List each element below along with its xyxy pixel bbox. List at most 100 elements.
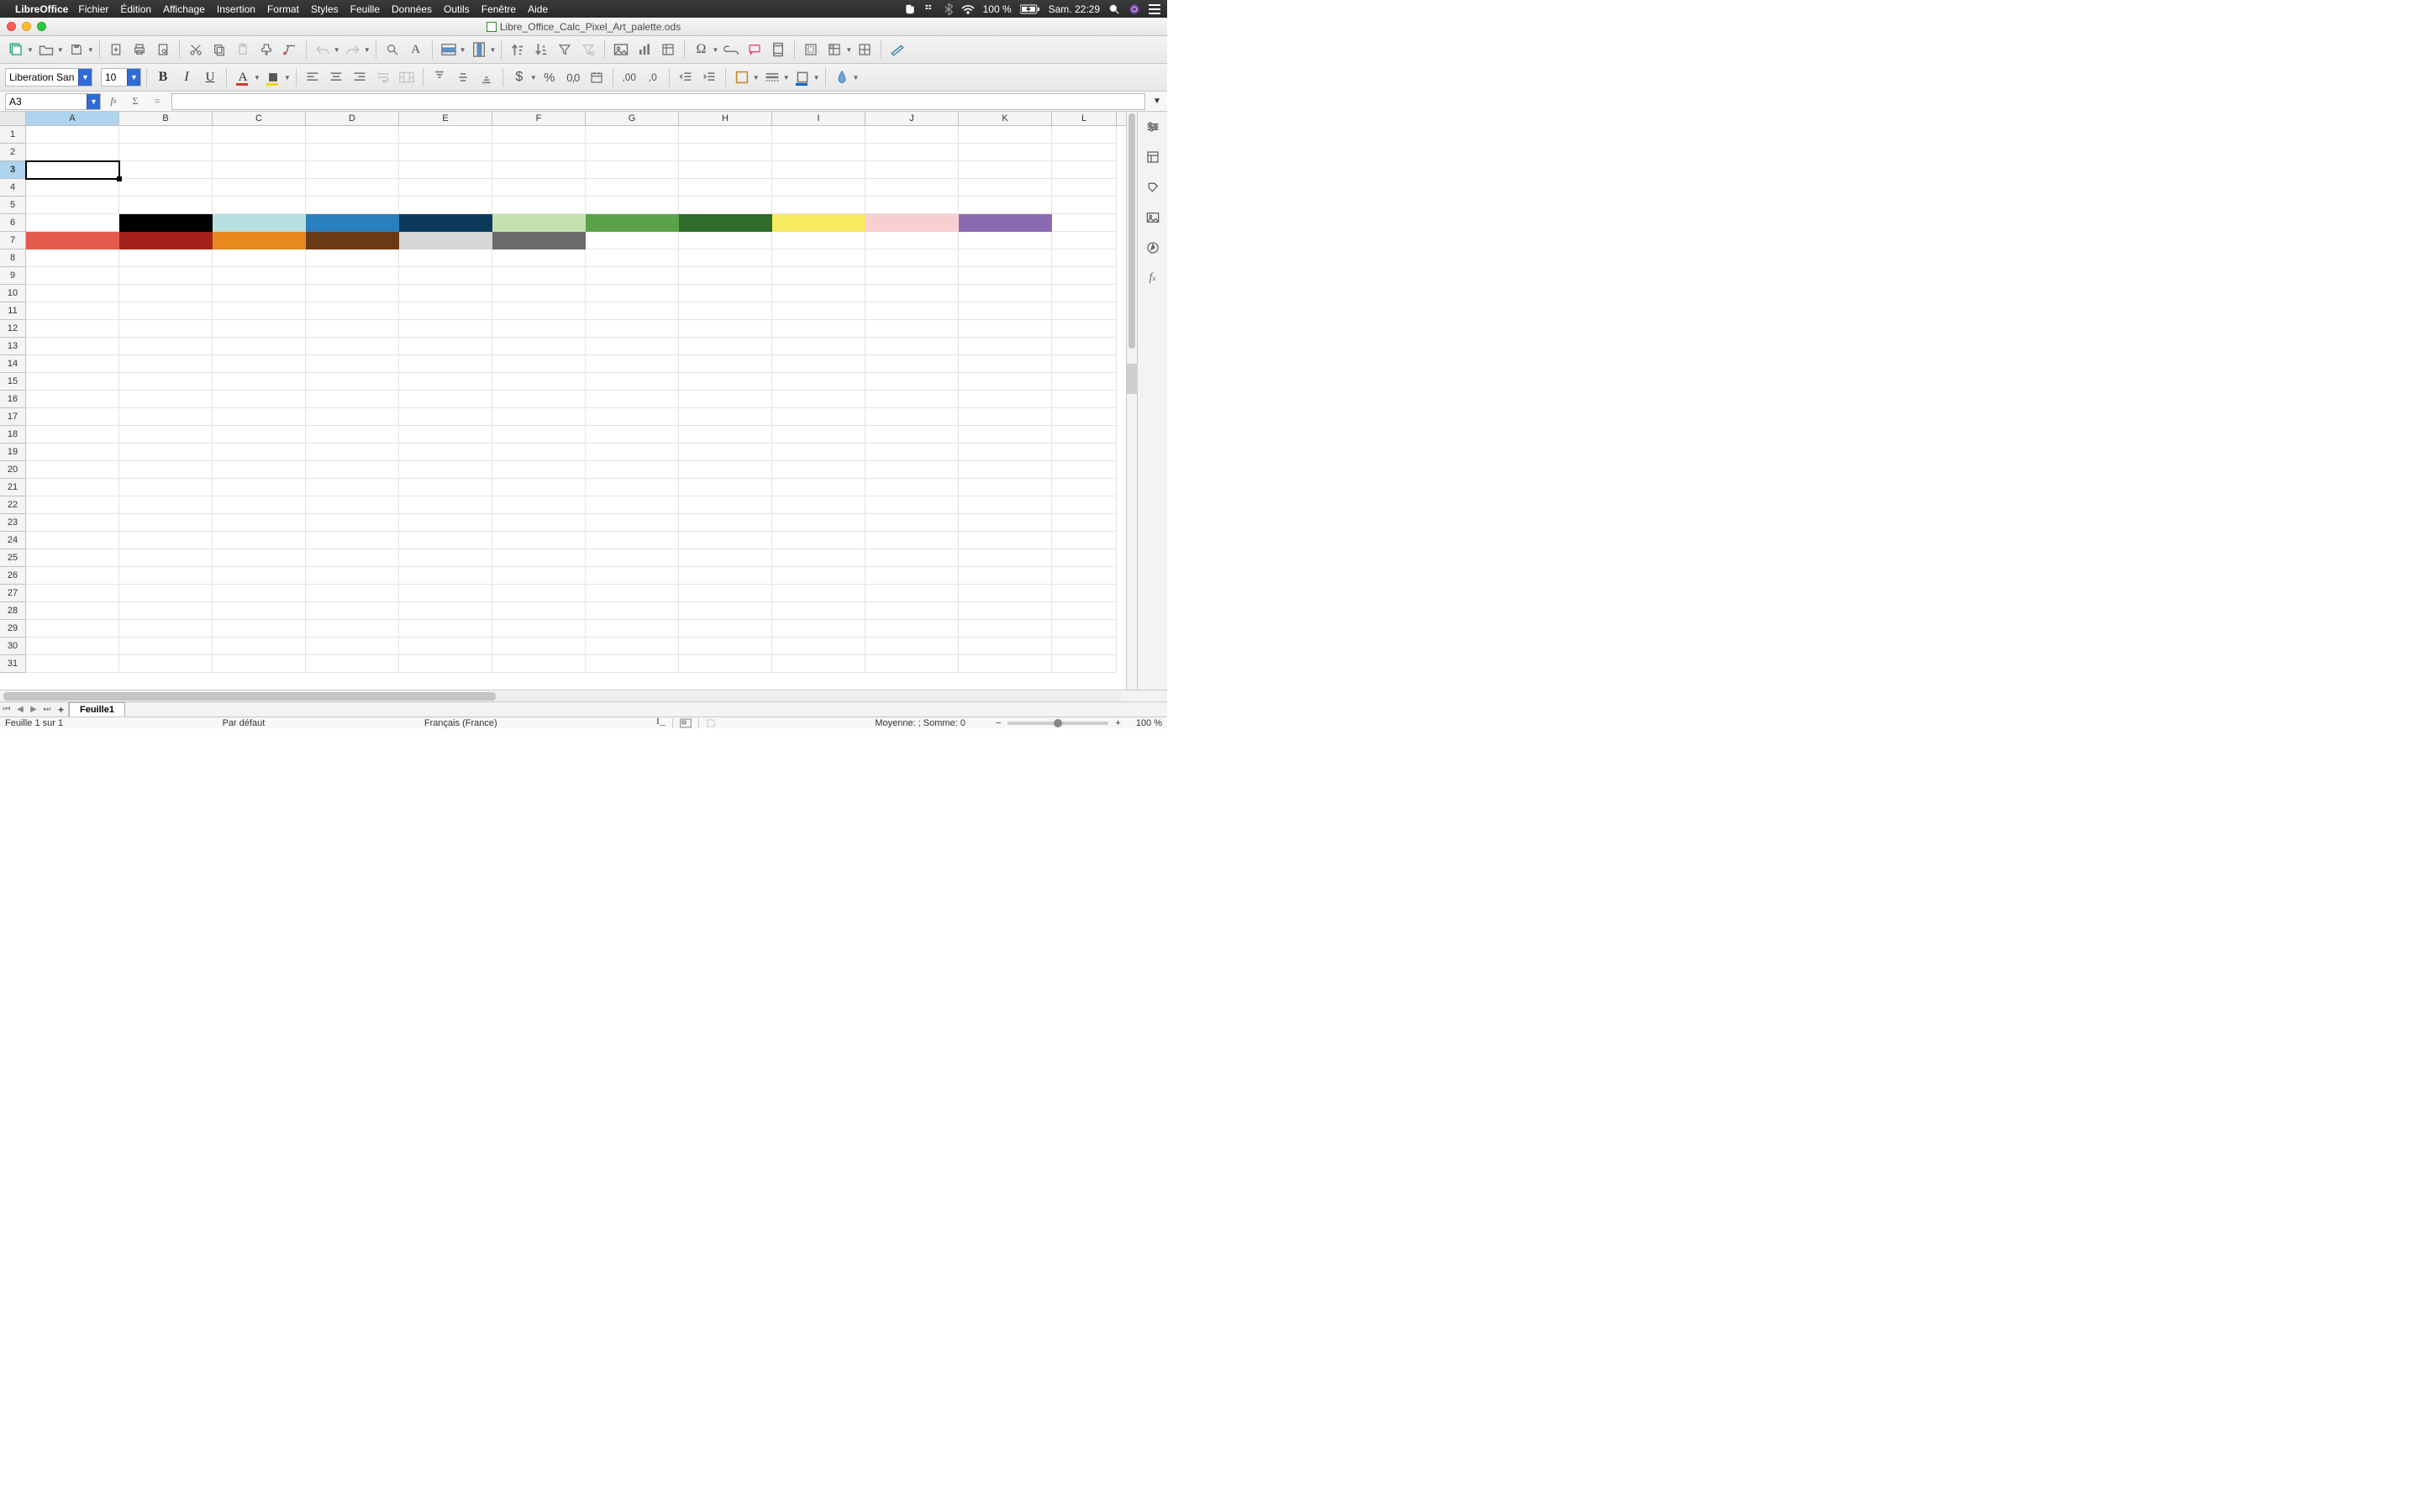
cell[interactable] bbox=[213, 638, 306, 655]
cell[interactable] bbox=[679, 479, 772, 496]
find-replace-button[interactable] bbox=[381, 39, 403, 60]
cell[interactable] bbox=[306, 302, 399, 320]
freeze-panes-button[interactable] bbox=[823, 39, 845, 60]
cell[interactable] bbox=[679, 426, 772, 444]
cell[interactable] bbox=[306, 532, 399, 549]
cell[interactable] bbox=[586, 549, 679, 567]
cell[interactable] bbox=[119, 602, 213, 620]
cell[interactable] bbox=[492, 179, 586, 197]
cell[interactable] bbox=[492, 549, 586, 567]
dropdown-arrow-icon[interactable]: ▼ bbox=[490, 46, 497, 54]
cell[interactable] bbox=[306, 655, 399, 673]
column-header[interactable]: K bbox=[959, 112, 1052, 125]
cell[interactable] bbox=[679, 338, 772, 355]
cell[interactable] bbox=[679, 355, 772, 373]
cell[interactable] bbox=[679, 585, 772, 602]
sidebar-navigator-icon[interactable] bbox=[1143, 238, 1163, 258]
cell[interactable] bbox=[959, 144, 1052, 161]
menu-aide[interactable]: Aide bbox=[528, 3, 548, 15]
cell[interactable] bbox=[865, 408, 959, 426]
selection-mode-icon[interactable] bbox=[680, 718, 692, 728]
cell[interactable] bbox=[772, 267, 865, 285]
row-header[interactable]: 19 bbox=[0, 444, 26, 461]
row-header[interactable]: 7 bbox=[0, 232, 26, 249]
cell[interactable] bbox=[586, 320, 679, 338]
cell[interactable] bbox=[119, 444, 213, 461]
name-box[interactable]: ▼ bbox=[5, 93, 101, 110]
font-size-input[interactable] bbox=[102, 69, 127, 86]
horizontal-scrollbar[interactable] bbox=[0, 690, 1167, 701]
cell[interactable] bbox=[213, 461, 306, 479]
print-preview-button[interactable] bbox=[152, 39, 174, 60]
first-sheet-button[interactable]: ⏮ bbox=[0, 702, 13, 717]
cell[interactable] bbox=[26, 444, 119, 461]
zoom-level-label[interactable]: 100 % bbox=[1136, 718, 1162, 728]
summary-label[interactable]: Moyenne: ; Somme: 0 bbox=[875, 718, 965, 728]
cell[interactable] bbox=[213, 267, 306, 285]
cell[interactable] bbox=[399, 179, 492, 197]
redo-button[interactable] bbox=[342, 39, 364, 60]
cell[interactable] bbox=[959, 479, 1052, 496]
cell[interactable] bbox=[679, 197, 772, 214]
cell[interactable] bbox=[772, 285, 865, 302]
cell[interactable] bbox=[26, 126, 119, 144]
cell[interactable] bbox=[306, 338, 399, 355]
cell[interactable] bbox=[959, 373, 1052, 391]
menu-outils[interactable]: Outils bbox=[444, 3, 470, 15]
cell[interactable] bbox=[306, 267, 399, 285]
cell[interactable] bbox=[399, 514, 492, 532]
cell[interactable] bbox=[26, 602, 119, 620]
cell[interactable] bbox=[213, 161, 306, 179]
cell[interactable] bbox=[492, 355, 586, 373]
cell[interactable] bbox=[492, 197, 586, 214]
cell[interactable] bbox=[213, 320, 306, 338]
cell[interactable] bbox=[492, 532, 586, 549]
row-operations-button[interactable] bbox=[438, 39, 460, 60]
dropdown-arrow-icon[interactable]: ▼ bbox=[460, 46, 466, 54]
format-currency-button[interactable]: $ bbox=[508, 66, 530, 88]
cell[interactable] bbox=[679, 461, 772, 479]
row-header[interactable]: 17 bbox=[0, 408, 26, 426]
cell[interactable] bbox=[959, 285, 1052, 302]
cell[interactable] bbox=[399, 638, 492, 655]
cell[interactable] bbox=[865, 514, 959, 532]
cell[interactable] bbox=[586, 214, 679, 232]
cell[interactable] bbox=[213, 338, 306, 355]
cell[interactable] bbox=[119, 197, 213, 214]
cell[interactable] bbox=[772, 144, 865, 161]
cell[interactable] bbox=[492, 585, 586, 602]
cell[interactable] bbox=[865, 285, 959, 302]
open-document-button[interactable] bbox=[35, 39, 57, 60]
cell[interactable] bbox=[399, 585, 492, 602]
cell[interactable] bbox=[213, 179, 306, 197]
cell[interactable] bbox=[586, 408, 679, 426]
cell[interactable] bbox=[399, 267, 492, 285]
cell[interactable] bbox=[865, 426, 959, 444]
undo-button[interactable] bbox=[312, 39, 334, 60]
cell[interactable] bbox=[213, 285, 306, 302]
cell[interactable] bbox=[213, 620, 306, 638]
cell[interactable] bbox=[772, 355, 865, 373]
cell[interactable] bbox=[586, 232, 679, 249]
cell[interactable] bbox=[119, 232, 213, 249]
cell[interactable] bbox=[492, 444, 586, 461]
cell[interactable] bbox=[865, 214, 959, 232]
cell[interactable] bbox=[213, 214, 306, 232]
menu-styles[interactable]: Styles bbox=[311, 3, 339, 15]
prev-sheet-button[interactable]: ◀ bbox=[13, 702, 27, 717]
cell[interactable] bbox=[26, 267, 119, 285]
sidebar-properties-icon[interactable] bbox=[1143, 147, 1163, 167]
cell[interactable] bbox=[213, 602, 306, 620]
cell[interactable] bbox=[865, 302, 959, 320]
cell[interactable] bbox=[119, 338, 213, 355]
cell[interactable] bbox=[586, 567, 679, 585]
dropdown-arrow-icon[interactable]: ▼ bbox=[78, 69, 92, 86]
new-document-button[interactable] bbox=[5, 39, 27, 60]
cell[interactable] bbox=[26, 144, 119, 161]
cell-reference-input[interactable] bbox=[6, 94, 87, 109]
cell[interactable] bbox=[492, 461, 586, 479]
cell[interactable] bbox=[26, 549, 119, 567]
row-header[interactable]: 12 bbox=[0, 320, 26, 338]
cell[interactable] bbox=[1052, 214, 1117, 232]
cell[interactable] bbox=[26, 197, 119, 214]
